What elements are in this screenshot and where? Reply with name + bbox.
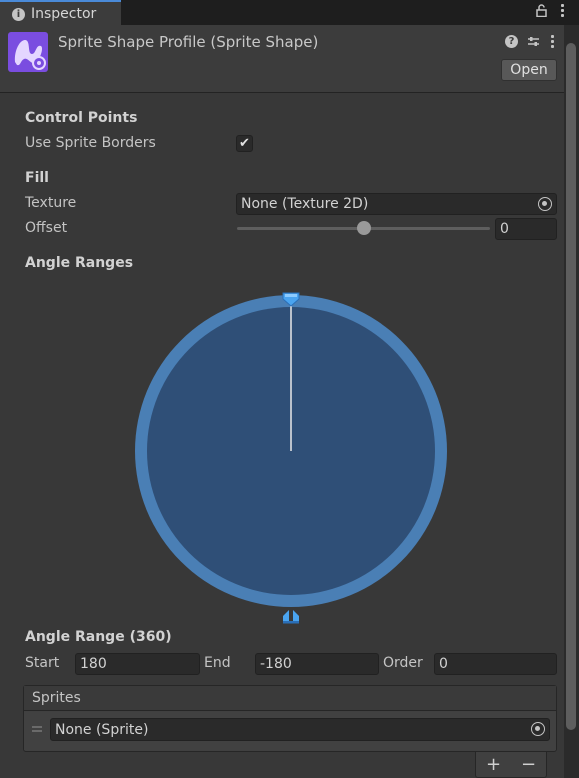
help-icon[interactable]: ?: [505, 35, 518, 48]
sprites-list-header[interactable]: Sprites: [24, 686, 556, 711]
inspector-header: Sprite Shape Profile (Sprite Shape) ? Op…: [0, 25, 564, 93]
tab-inspector[interactable]: i Inspector: [0, 0, 121, 26]
add-item-button[interactable]: +: [486, 754, 501, 775]
component-menu-icon[interactable]: [549, 35, 555, 48]
order-value: 0: [439, 656, 448, 672]
texture-field[interactable]: None (Texture 2D): [236, 193, 557, 215]
sprite-value: None (Sprite): [55, 721, 149, 738]
start-label: Start: [25, 655, 60, 671]
checkmark-icon: ✔: [239, 136, 250, 151]
tab-inspector-label: Inspector: [31, 6, 97, 22]
sprites-heading: Sprites: [32, 690, 81, 706]
tab-menu-icon[interactable]: [559, 4, 565, 17]
use-sprite-borders-checkbox[interactable]: ✔: [236, 135, 253, 152]
range-split-handle-icon[interactable]: [283, 610, 299, 624]
open-button[interactable]: Open: [501, 59, 557, 81]
angle-ranges-heading: Angle Ranges: [25, 255, 134, 271]
list-item[interactable]: None (Sprite): [24, 712, 556, 750]
header-title: Sprite Shape Profile (Sprite Shape): [58, 33, 319, 51]
info-icon: i: [12, 7, 25, 21]
texture-label: Texture: [25, 195, 77, 211]
list-controls: + −: [475, 752, 547, 778]
remove-item-button[interactable]: −: [521, 754, 536, 775]
control-points-heading: Control Points: [25, 110, 138, 126]
use-sprite-borders-label: Use Sprite Borders: [25, 135, 156, 151]
drag-handle-icon[interactable]: [32, 726, 42, 734]
sprites-list: Sprites None (Sprite): [23, 685, 557, 752]
sprite-field[interactable]: None (Sprite): [50, 718, 550, 741]
preset-settings-icon[interactable]: [527, 35, 540, 48]
object-picker-icon[interactable]: [531, 722, 545, 736]
tab-bar: i Inspector: [0, 0, 579, 26]
start-value: 180: [80, 656, 107, 672]
offset-slider-thumb[interactable]: [356, 221, 371, 235]
angle-range-heading: Angle Range (360): [25, 629, 172, 645]
order-field[interactable]: 0: [434, 653, 557, 675]
end-value: -180: [260, 656, 292, 672]
tab-tools: [536, 4, 565, 17]
start-field[interactable]: 180: [75, 653, 200, 675]
object-picker-icon[interactable]: [538, 197, 552, 211]
texture-value: None (Texture 2D): [241, 196, 369, 212]
order-label: Order: [383, 655, 423, 671]
offset-label: Offset: [25, 220, 68, 236]
fill-heading: Fill: [25, 170, 49, 186]
end-label: End: [204, 655, 231, 671]
offset-field[interactable]: 0: [495, 218, 557, 240]
angle-range-editor[interactable]: [125, 285, 457, 630]
end-field[interactable]: -180: [255, 653, 379, 675]
header-tools: ?: [505, 35, 555, 48]
sprite-shape-profile-icon: [8, 32, 48, 72]
lock-icon[interactable]: [536, 4, 547, 17]
scrollbar-thumb[interactable]: [566, 43, 576, 730]
offset-value: 0: [500, 221, 509, 237]
